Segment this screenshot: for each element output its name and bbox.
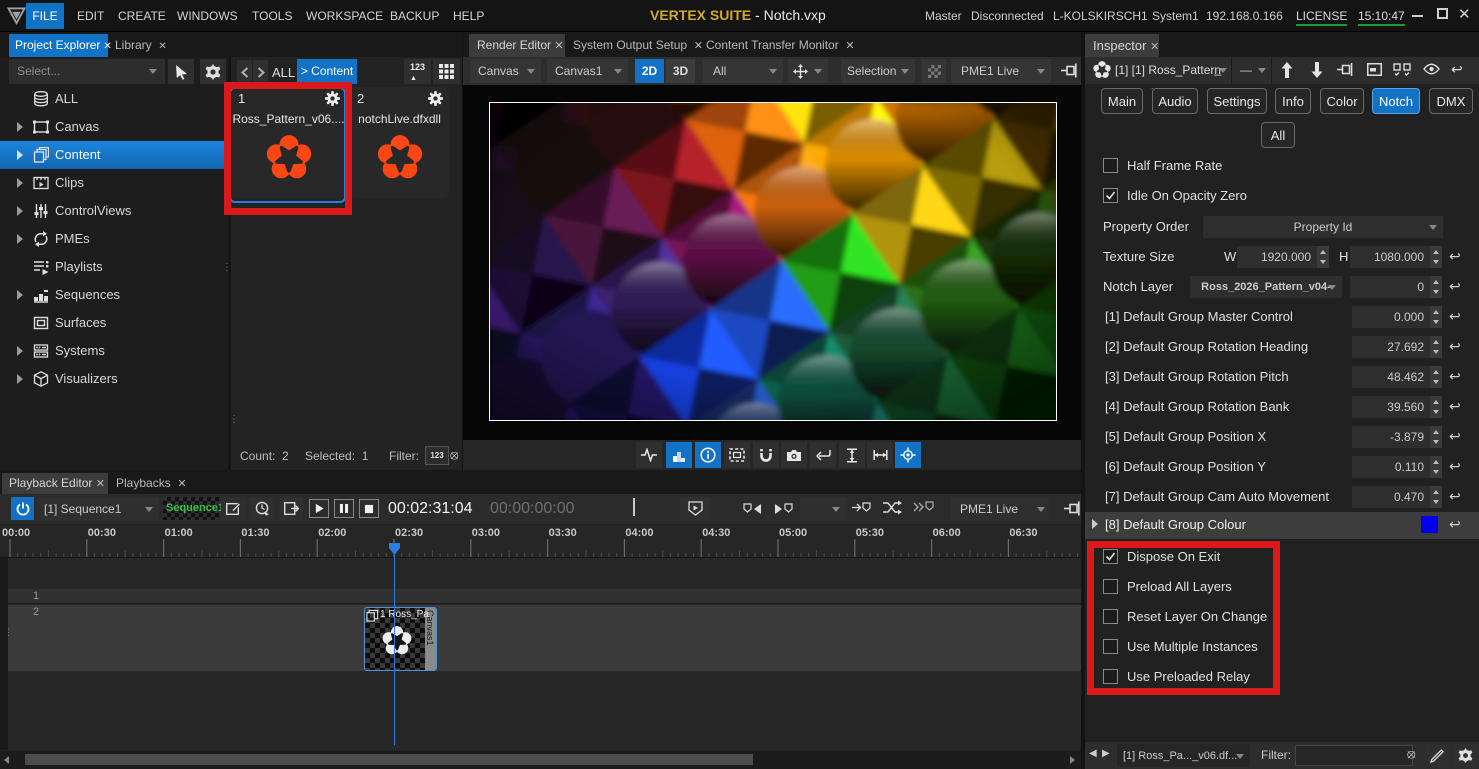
svg-text:00:30: 00:30 (88, 527, 116, 539)
svg-text:01:00: 01:00 (165, 527, 193, 539)
svg-text:06:30: 06:30 (1009, 527, 1037, 539)
svg-text:04:30: 04:30 (702, 527, 730, 539)
svg-text:05:00: 05:00 (779, 527, 807, 539)
svg-text:00:00: 00:00 (2, 527, 30, 539)
svg-text:02:00: 02:00 (318, 527, 346, 539)
svg-text:04:00: 04:00 (625, 527, 653, 539)
svg-text:03:00: 03:00 (472, 527, 500, 539)
svg-text:03:30: 03:30 (549, 527, 577, 539)
svg-text:02:30: 02:30 (395, 527, 423, 539)
svg-text:05:30: 05:30 (856, 527, 884, 539)
svg-text:01:30: 01:30 (241, 527, 269, 539)
svg-text:06:00: 06:00 (933, 527, 961, 539)
